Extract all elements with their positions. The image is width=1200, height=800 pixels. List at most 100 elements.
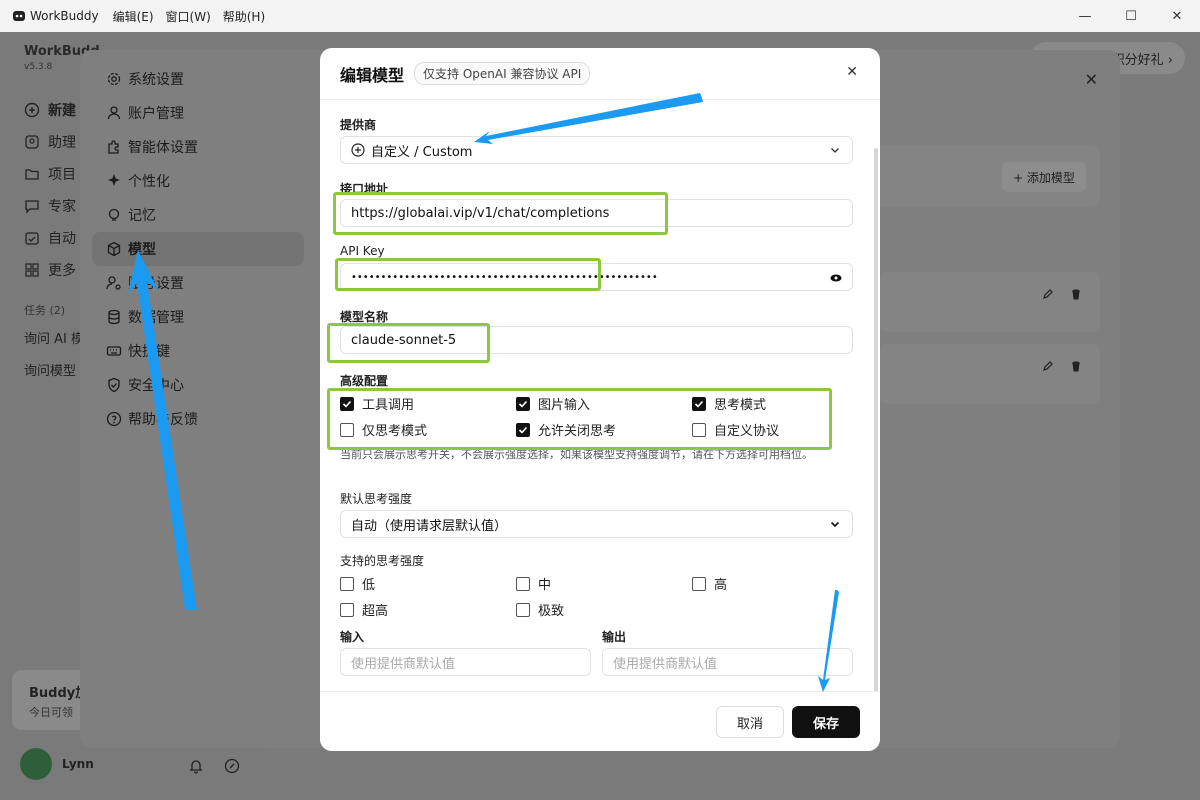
output-limit-field[interactable]: 使用提供商默认值 <box>602 648 853 676</box>
settings-nav-system[interactable]: 系统设置 <box>92 62 304 96</box>
checkbox-label: 高 <box>714 578 728 593</box>
settings-close-icon[interactable]: ✕ <box>1085 70 1098 89</box>
chat-icon <box>24 198 40 214</box>
checkbox-intensity-high[interactable]: 高 <box>692 574 727 593</box>
apikey-label: API Key <box>340 244 385 258</box>
user-cog-icon <box>106 275 122 291</box>
dialog-header: 编辑模型 仅支持 OpenAI 兼容协议 API ✕ <box>320 48 880 100</box>
settings-nav-personalize[interactable]: 个性化 <box>92 164 304 198</box>
menu-window[interactable]: 窗口(W) <box>166 8 211 25</box>
save-button[interactable]: 保存 <box>792 706 860 738</box>
title-bar: WorkBuddy 编辑(E) 窗口(W) 帮助(H) — ☐ ✕ <box>0 0 1200 32</box>
checkbox-empty-icon <box>340 576 354 591</box>
nav-new-label: 新建 <box>48 103 76 119</box>
output-label: 输出 <box>602 630 627 644</box>
eye-icon[interactable] <box>830 272 842 287</box>
plus-circle-icon <box>24 102 40 118</box>
default-intensity-label: 默认思考强度 <box>340 492 413 506</box>
cancel-button[interactable]: 取消 <box>716 706 784 738</box>
tasks-label: 任务 (2) <box>24 304 66 317</box>
settings-nav-memory[interactable]: 记忆 <box>92 198 304 232</box>
checkbox-intensity-medium[interactable]: 中 <box>516 574 551 593</box>
maximize-button[interactable]: ☐ <box>1108 0 1154 32</box>
provider-label: 提供商 <box>340 118 377 132</box>
advanced-label: 高级配置 <box>340 374 389 388</box>
settings-nav-data[interactable]: 数据管理 <box>92 300 304 334</box>
buddy-subtitle: 今日可领 <box>29 706 73 719</box>
checkbox-intensity-low[interactable]: 低 <box>340 574 375 593</box>
trash-icon[interactable] <box>1070 288 1082 304</box>
nav-more[interactable]: 更多 <box>24 254 76 286</box>
input-placeholder: 使用提供商默认值 <box>351 656 456 672</box>
settings-nav-label: 帮助与反馈 <box>128 412 198 428</box>
assistant-icon <box>24 134 40 150</box>
annotation-box-apikey <box>335 258 601 291</box>
close-window-button[interactable]: ✕ <box>1154 0 1200 32</box>
bell-icon[interactable] <box>188 758 204 778</box>
thinking-hint: 当前只会展示思考开关，不会展示强度选择，如果该模型支持强度调节，请在下方选择可用… <box>340 448 813 461</box>
nav-projects-label: 项目 <box>48 167 76 183</box>
keyboard-icon <box>106 343 122 359</box>
nav-experts[interactable]: 专家 <box>24 190 76 222</box>
add-model-button[interactable]: + 添加模型 <box>1002 162 1086 192</box>
calendar-check-icon <box>24 230 40 246</box>
checkbox-empty-icon <box>516 576 530 591</box>
settings-nav-help[interactable]: 帮助与反馈 <box>92 402 304 436</box>
task-item[interactable]: 询问 AI 模 <box>24 328 84 347</box>
app-title: WorkBuddy <box>30 9 99 23</box>
nav-assistant[interactable]: 助理 <box>24 126 76 158</box>
supported-intensity-label: 支持的思考强度 <box>340 554 425 568</box>
settings-nav-agent[interactable]: 智能体设置 <box>92 130 304 164</box>
settings-nav-shortcuts[interactable]: 快捷键 <box>92 334 304 368</box>
settings-nav-label: 个性化 <box>128 174 170 190</box>
checkbox-intensity-xhigh[interactable]: 超高 <box>340 600 388 619</box>
input-label: 输入 <box>340 630 365 644</box>
trash-icon[interactable] <box>1070 360 1082 376</box>
output-placeholder: 使用提供商默认值 <box>613 656 718 672</box>
checkbox-label: 极致 <box>538 604 565 619</box>
nav-projects[interactable]: 项目 <box>24 158 76 190</box>
settings-nav-model[interactable]: 模型 <box>92 232 304 266</box>
input-limit-field[interactable]: 使用提供商默认值 <box>340 648 591 676</box>
chevron-down-icon <box>830 519 840 529</box>
edit-icon[interactable] <box>1042 288 1054 304</box>
settings-nav-label: 快捷键 <box>128 344 170 360</box>
bulb-icon <box>106 207 122 223</box>
dialog-scrollbar[interactable] <box>874 148 878 708</box>
settings-nav-account-settings[interactable]: 账号设置 <box>92 266 304 300</box>
settings-nav-label: 账户管理 <box>128 106 184 122</box>
default-intensity-select[interactable]: 自动（使用请求层默认值） <box>340 510 853 538</box>
checkbox-intensity-max[interactable]: 极致 <box>516 600 564 619</box>
edit-icon[interactable] <box>1042 360 1054 376</box>
protocol-badge: 仅支持 OpenAI 兼容协议 API <box>414 62 591 85</box>
user-icon <box>106 105 122 121</box>
menu-help[interactable]: 帮助(H) <box>223 8 265 25</box>
nav-new[interactable]: 新建 <box>24 94 76 126</box>
nav-automation[interactable]: 自动 <box>24 222 76 254</box>
link-icon[interactable] <box>224 758 240 778</box>
sparkle-icon <box>106 173 122 189</box>
gear-icon <box>106 71 122 87</box>
user-profile[interactable]: Lynn <box>20 748 94 780</box>
database-icon <box>106 309 122 325</box>
window-controls: — ☐ ✕ <box>1062 0 1200 32</box>
annotation-box-model-name <box>327 323 490 363</box>
minimize-button[interactable]: — <box>1062 0 1108 32</box>
plus-circle-icon <box>351 143 365 157</box>
version-label: v5.3.8 <box>24 62 53 72</box>
checkbox-label: 低 <box>362 578 376 593</box>
checkbox-label: 超高 <box>362 604 389 619</box>
checkbox-empty-icon <box>340 602 354 617</box>
nav-more-label: 更多 <box>48 263 76 279</box>
close-icon[interactable]: ✕ <box>846 64 858 80</box>
provider-select[interactable]: 自定义 / Custom <box>340 136 853 164</box>
annotation-box-endpoint <box>333 192 668 235</box>
model-row[interactable] <box>880 272 1100 332</box>
settings-nav-account[interactable]: 账户管理 <box>92 96 304 130</box>
model-row[interactable] <box>880 344 1100 404</box>
settings-nav-security[interactable]: 安全中心 <box>92 368 304 402</box>
annotation-box-advanced <box>327 388 832 450</box>
menu-edit[interactable]: 编辑(E) <box>113 8 154 25</box>
nav-assistant-label: 助理 <box>48 135 76 151</box>
task-item[interactable]: 询问模型 <box>24 360 76 379</box>
